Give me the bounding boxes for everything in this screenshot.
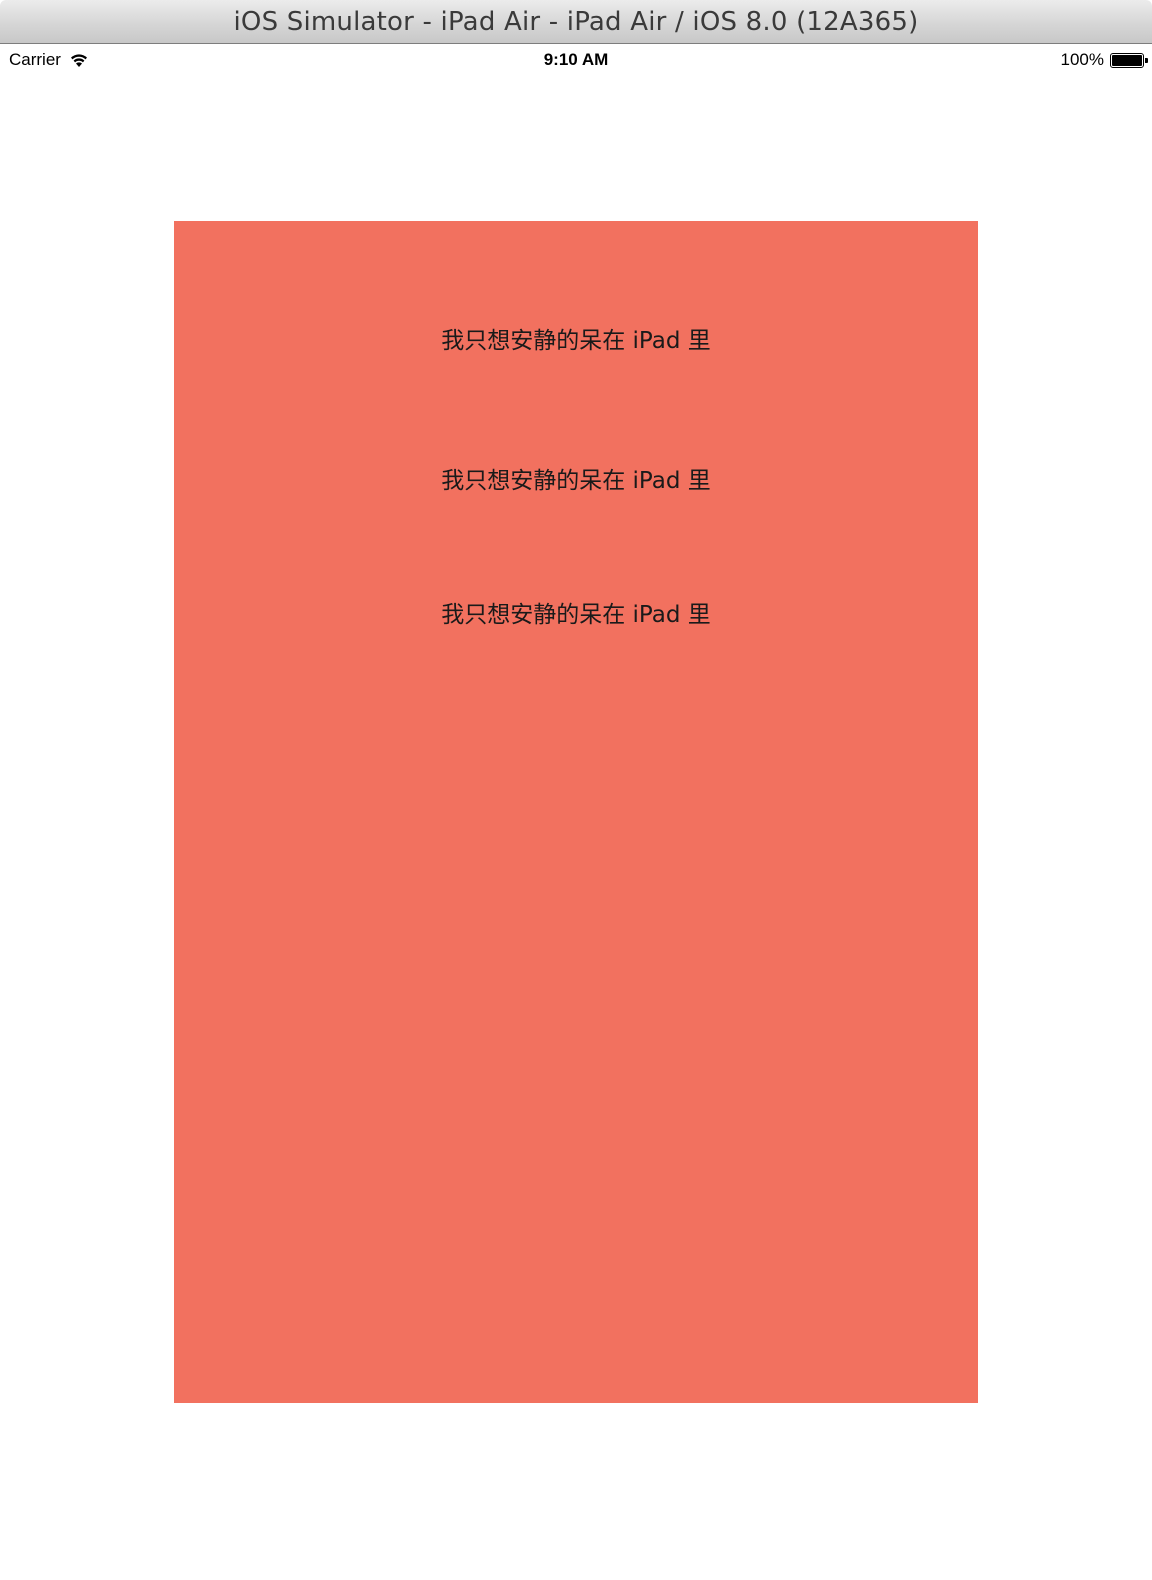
- panel-label: 我只想安静的呆在 iPad 里: [441, 328, 711, 354]
- panel-label: 我只想安静的呆在 iPad 里: [441, 468, 711, 494]
- status-time: 9:10 AM: [543, 50, 609, 69]
- battery-nub: [1145, 57, 1148, 63]
- battery-indicator: 100%: [1060, 50, 1148, 70]
- battery-icon: [1110, 52, 1148, 68]
- content-panel: 我只想安静的呆在 iPad 里 我只想安静的呆在 iPad 里 我只想安静的呆在…: [174, 221, 978, 1403]
- battery-fill: [1112, 54, 1142, 66]
- ios-status-bar: Carrier 9:10 AM 100%: [0, 44, 1152, 76]
- simulator-title-bar[interactable]: iOS Simulator - iPad Air - iPad Air / iO…: [0, 0, 1152, 44]
- window-title: iOS Simulator - iPad Air - iPad Air / iO…: [233, 6, 919, 37]
- battery-percent: 100%: [1060, 50, 1104, 69]
- panel-label: 我只想安静的呆在 iPad 里: [441, 602, 711, 628]
